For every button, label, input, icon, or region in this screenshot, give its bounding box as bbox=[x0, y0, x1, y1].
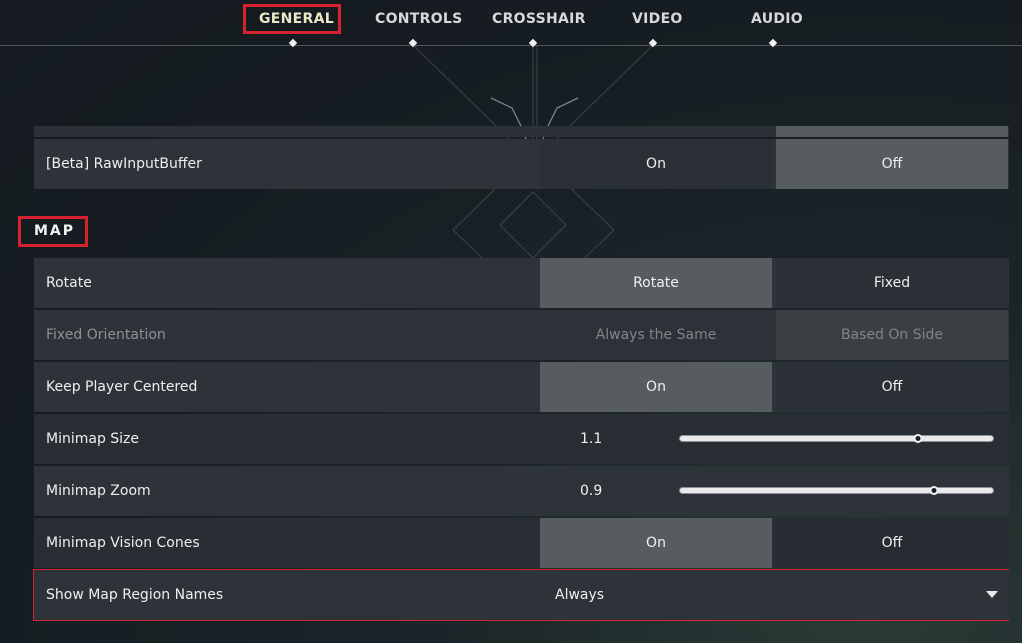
minimap-size-value: 1.1 bbox=[580, 431, 603, 447]
fixed-orientation-row: Fixed Orientation Always the Same Based … bbox=[34, 310, 1009, 360]
minimap-size-slider[interactable] bbox=[680, 434, 993, 443]
fixed-orientation-based-on-side-option: Based On Side bbox=[776, 310, 1008, 360]
minimap-zoom-value: 0.9 bbox=[580, 483, 603, 499]
minimap-zoom-row: Minimap Zoom 0.9 bbox=[34, 466, 1009, 516]
tab-audio[interactable]: AUDIO bbox=[751, 11, 804, 48]
keep-player-centered-on-option[interactable]: On bbox=[540, 362, 772, 412]
minimap-vision-cones-row: Minimap Vision Cones On Off bbox=[34, 518, 1009, 568]
fixed-orientation-label: Fixed Orientation bbox=[46, 327, 166, 343]
settings-tab-bar: GENERAL CONTROLS CROSSHAIR VIDEO AUDIO bbox=[0, 0, 1022, 48]
tab-video[interactable]: VIDEO bbox=[632, 11, 683, 48]
raw-input-buffer-on-option[interactable]: On bbox=[540, 139, 772, 189]
keep-player-centered-row: Keep Player Centered On Off bbox=[34, 362, 1009, 412]
fixed-orientation-always-same-option: Always the Same bbox=[540, 310, 772, 360]
minimap-zoom-label: Minimap Zoom bbox=[46, 483, 151, 499]
previous-setting-selected-option bbox=[776, 126, 1008, 137]
tab-audio-label: AUDIO bbox=[751, 11, 804, 27]
minimap-zoom-slider-thumb[interactable] bbox=[929, 486, 939, 495]
keep-player-centered-label: Keep Player Centered bbox=[46, 379, 198, 395]
raw-input-buffer-off-option[interactable]: Off bbox=[776, 139, 1008, 189]
tab-controls[interactable]: CONTROLS bbox=[375, 11, 463, 48]
rotate-row: Rotate Rotate Fixed bbox=[34, 258, 1009, 308]
tab-controls-label: CONTROLS bbox=[375, 11, 463, 27]
keep-player-centered-off-option[interactable]: Off bbox=[776, 362, 1008, 412]
tab-video-label: VIDEO bbox=[632, 11, 683, 27]
chevron-down-icon bbox=[986, 591, 998, 598]
rotate-fixed-option[interactable]: Fixed bbox=[776, 258, 1008, 308]
tab-crosshair-label: CROSSHAIR bbox=[492, 11, 586, 27]
minimap-vision-cones-on-option[interactable]: On bbox=[540, 518, 772, 568]
minimap-size-row: Minimap Size 1.1 bbox=[34, 414, 1009, 464]
raw-input-buffer-label: [Beta] RawInputBuffer bbox=[46, 156, 202, 172]
show-map-region-names-dropdown[interactable]: Always bbox=[543, 570, 1009, 620]
minimap-size-label: Minimap Size bbox=[46, 431, 140, 447]
map-section-title: MAP bbox=[34, 223, 76, 239]
tab-crosshair[interactable]: CROSSHAIR bbox=[492, 11, 586, 48]
tab-bar-divider bbox=[0, 45, 1022, 46]
general-tab-highlight bbox=[243, 4, 341, 34]
show-map-region-names-label: Show Map Region Names bbox=[46, 587, 224, 603]
raw-input-buffer-row: [Beta] RawInputBuffer On Off bbox=[34, 139, 1009, 189]
minimap-size-slider-thumb[interactable] bbox=[913, 434, 923, 443]
rotate-label: Rotate bbox=[46, 275, 92, 291]
rotate-rotate-option[interactable]: Rotate bbox=[540, 258, 772, 308]
minimap-vision-cones-label: Minimap Vision Cones bbox=[46, 535, 200, 551]
show-map-region-names-value: Always bbox=[555, 587, 605, 603]
previous-setting-row bbox=[34, 126, 1009, 137]
minimap-zoom-slider[interactable] bbox=[680, 486, 993, 495]
minimap-vision-cones-off-option[interactable]: Off bbox=[776, 518, 1008, 568]
show-map-region-names-row: Show Map Region Names Always bbox=[34, 570, 1009, 620]
